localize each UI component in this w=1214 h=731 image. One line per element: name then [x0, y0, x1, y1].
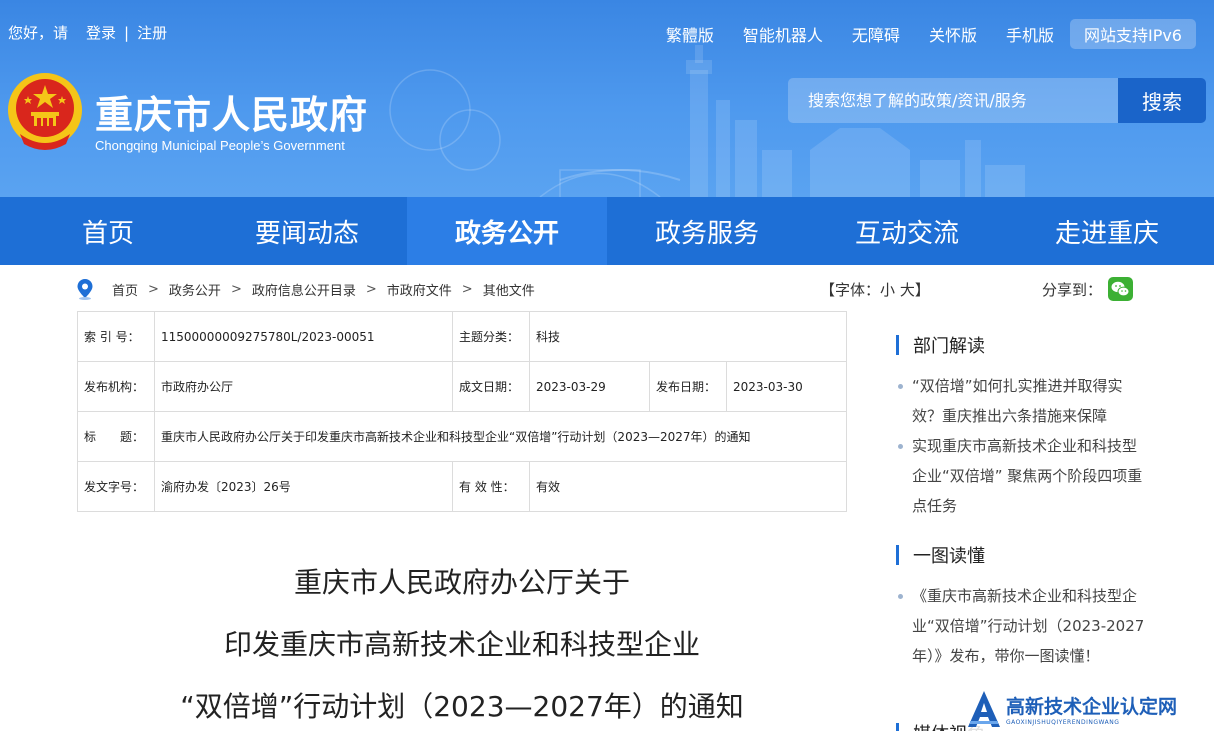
nav-interaction[interactable]: 互动交流 — [807, 197, 1007, 265]
breadcrumb-separator: > — [365, 281, 377, 297]
national-emblem-logo[interactable] — [6, 72, 84, 152]
table-row: 发布机构： 市政府办公厅 成文日期： 2023-03-29 发布日期： 2023… — [77, 361, 847, 412]
user-greeting: 您好，请 登录 | 注册 — [8, 22, 167, 43]
font-size-small[interactable]: 小 — [880, 281, 895, 299]
nav-home[interactable]: 首页 — [0, 197, 207, 265]
list-item-text: 《重庆市高新技术企业和科技型企业“双倍增”行动计划（2023-2027年）》发布… — [912, 587, 1145, 665]
watermark-text: 高新技术企业认定网 GAOXINJISHUQIYERENDINGWANG — [1006, 692, 1177, 726]
login-link[interactable]: 登录 — [86, 22, 116, 43]
search-input[interactable] — [788, 78, 1118, 123]
list-item-text: 实现重庆市高新技术企业和科技型企业“双倍增” 聚焦两个阶段四项重点任务 — [912, 437, 1143, 515]
article-title: 重庆市人民政府办公厅关于 印发重庆市高新技术企业和科技型企业 “双倍增”行动计划… — [77, 560, 847, 731]
breadcrumb-separator: > — [230, 281, 242, 297]
validity-value: 有效 — [529, 461, 847, 512]
validity-label: 有 效 性： — [452, 461, 530, 512]
register-link[interactable]: 注册 — [137, 22, 167, 43]
table-row: 标 题： 重庆市人民政府办公厅关于印发重庆市高新技术企业和科技型企业“双倍增”行… — [77, 411, 847, 462]
list-item-text: “双倍增”如何扎实推进并取得实效？重庆推出六条措施来保障 — [912, 377, 1123, 425]
bullet-dot-icon — [898, 444, 903, 449]
accessibility-link[interactable]: 无障碍 — [852, 22, 900, 46]
document-number-value: 渝府办发〔2023〕26号 — [154, 461, 453, 512]
font-size-large[interactable]: 大 — [900, 281, 915, 299]
created-date-label: 成文日期： — [452, 361, 530, 412]
breadcrumb-home[interactable]: 首页 — [112, 280, 138, 299]
index-number-value: 11500000009275780L/2023-00051 — [154, 311, 453, 362]
share-bar: 分享到： — [1042, 277, 1134, 301]
nav-government-services[interactable]: 政务服务 — [607, 197, 807, 265]
section-title-bar — [896, 335, 899, 355]
main-nav: 首页 要闻动态 政务公开 政务服务 互动交流 走进重庆 — [0, 197, 1214, 265]
site-subtitle: Chongqing Municipal People’s Government — [95, 138, 345, 153]
font-size-bracket: 】 — [914, 281, 930, 299]
site-header: 您好，请 登录 | 注册 繁體版 智能机器人 无障碍 关怀版 手机版 网站支持I… — [0, 0, 1214, 197]
breadcrumb-municipal-documents[interactable]: 市政府文件 — [387, 280, 452, 299]
created-date-value: 2023-03-29 — [529, 361, 650, 412]
issuer-value: 市政府办公厅 — [154, 361, 453, 412]
search-bar: 搜索 — [788, 78, 1206, 123]
bullet-dot-icon — [898, 384, 903, 389]
share-label: 分享到： — [1042, 280, 1103, 299]
title-value: 重庆市人民政府办公厅关于印发重庆市高新技术企业和科技型企业“双倍增”行动计划（2… — [154, 411, 847, 462]
breadcrumb-separator: > — [148, 281, 159, 297]
breadcrumb-separator: > — [461, 281, 473, 297]
breadcrumb-other-documents[interactable]: 其他文件 — [483, 280, 535, 299]
nav-government-affairs-open[interactable]: 政务公开 — [407, 197, 607, 265]
nav-news[interactable]: 要闻动态 — [207, 197, 407, 265]
bullet-dot-icon — [898, 594, 903, 599]
watermark-title: 高新技术企业认定网 — [1006, 695, 1178, 718]
section-title-text: 一图读懂 — [913, 546, 985, 567]
topic-category-label: 主题分类： — [452, 311, 530, 362]
mobile-version-link[interactable]: 手机版 — [1006, 22, 1054, 46]
elderly-care-link[interactable]: 关怀版 — [929, 22, 977, 46]
watermark-logo: 高新技术企业认定网 GAOXINJISHUQIYERENDINGWANG — [966, 686, 1214, 731]
wechat-icon[interactable] — [1108, 277, 1134, 301]
department-interpretation-list: “双倍增”如何扎实推进并取得实效？重庆推出六条措施来保障 实现重庆市高新技术企业… — [896, 371, 1146, 521]
search-button[interactable]: 搜索 — [1118, 78, 1206, 123]
breadcrumb-info-catalog[interactable]: 政府信息公开目录 — [252, 280, 356, 299]
issuer-label: 发布机构： — [77, 361, 155, 412]
article-title-line: “双倍增”行动计划（2023—2027年）的通知 — [180, 690, 744, 723]
document-number-label: 发文字号： — [77, 461, 155, 512]
title-label: 标 题： — [77, 411, 155, 462]
letter-a-logo-icon — [968, 690, 1000, 727]
section-title-bar — [896, 545, 899, 565]
font-size-switcher: 【字体：小 大】 — [820, 279, 930, 300]
top-bar: 您好，请 登录 | 注册 繁體版 智能机器人 无障碍 关怀版 手机版 网站支持I… — [0, 0, 1214, 64]
index-number-label: 索 引 号： — [77, 311, 155, 362]
location-pin-icon — [77, 279, 93, 300]
traditional-chinese-link[interactable]: 繁體版 — [666, 22, 714, 46]
article-title-line: 重庆市人民政府办公厅关于 — [293, 566, 630, 599]
section-title-infographic: 一图读懂 — [896, 542, 985, 568]
greeting-text: 您好，请 — [8, 24, 69, 42]
list-item[interactable]: “双倍增”如何扎实推进并取得实效？重庆推出六条措施来保障 — [896, 371, 1146, 431]
watermark-pinyin: GAOXINJISHUQIYERENDINGWANG — [1006, 718, 1120, 726]
site-title: 重庆市人民政府 — [95, 93, 369, 137]
infographic-list: 《重庆市高新技术企业和科技型企业“双倍增”行动计划（2023-2027年）》发布… — [896, 581, 1146, 671]
section-title-text: 部门解读 — [913, 336, 985, 357]
nav-about-chongqing[interactable]: 走进重庆 — [1007, 197, 1207, 265]
top-links: 繁體版 智能机器人 无障碍 关怀版 手机版 网站支持IPv6 — [637, 19, 1196, 49]
list-item[interactable]: 实现重庆市高新技术企业和科技型企业“双倍增” 聚焦两个阶段四项重点任务 — [896, 431, 1146, 521]
breadcrumb-government-affairs-open[interactable]: 政务公开 — [169, 280, 221, 299]
section-title-bar — [896, 723, 899, 731]
breadcrumb: 首页 > 政务公开 > 政府信息公开目录 > 市政府文件 > 其他文件 — [76, 278, 535, 300]
section-title-department-interpretation: 部门解读 — [896, 332, 985, 358]
login-divider: | — [124, 23, 130, 42]
document-info-table: 索 引 号： 11500000009275780L/2023-00051 主题分… — [77, 311, 847, 512]
font-size-label: 【字体： — [820, 281, 881, 299]
published-date-label: 发布日期： — [649, 361, 727, 412]
list-item[interactable]: 《重庆市高新技术企业和科技型企业“双倍增”行动计划（2023-2027年）》发布… — [896, 581, 1146, 671]
table-row: 索 引 号： 11500000009275780L/2023-00051 主题分… — [77, 311, 847, 362]
smart-robot-link[interactable]: 智能机器人 — [743, 22, 823, 46]
article-title-line: 印发重庆市高新技术企业和科技型企业 — [223, 628, 700, 661]
table-row: 发文字号： 渝府办发〔2023〕26号 有 效 性： 有效 — [77, 461, 847, 512]
ipv6-badge: 网站支持IPv6 — [1069, 19, 1196, 49]
published-date-value: 2023-03-30 — [726, 361, 847, 412]
topic-category-value: 科技 — [529, 311, 847, 362]
